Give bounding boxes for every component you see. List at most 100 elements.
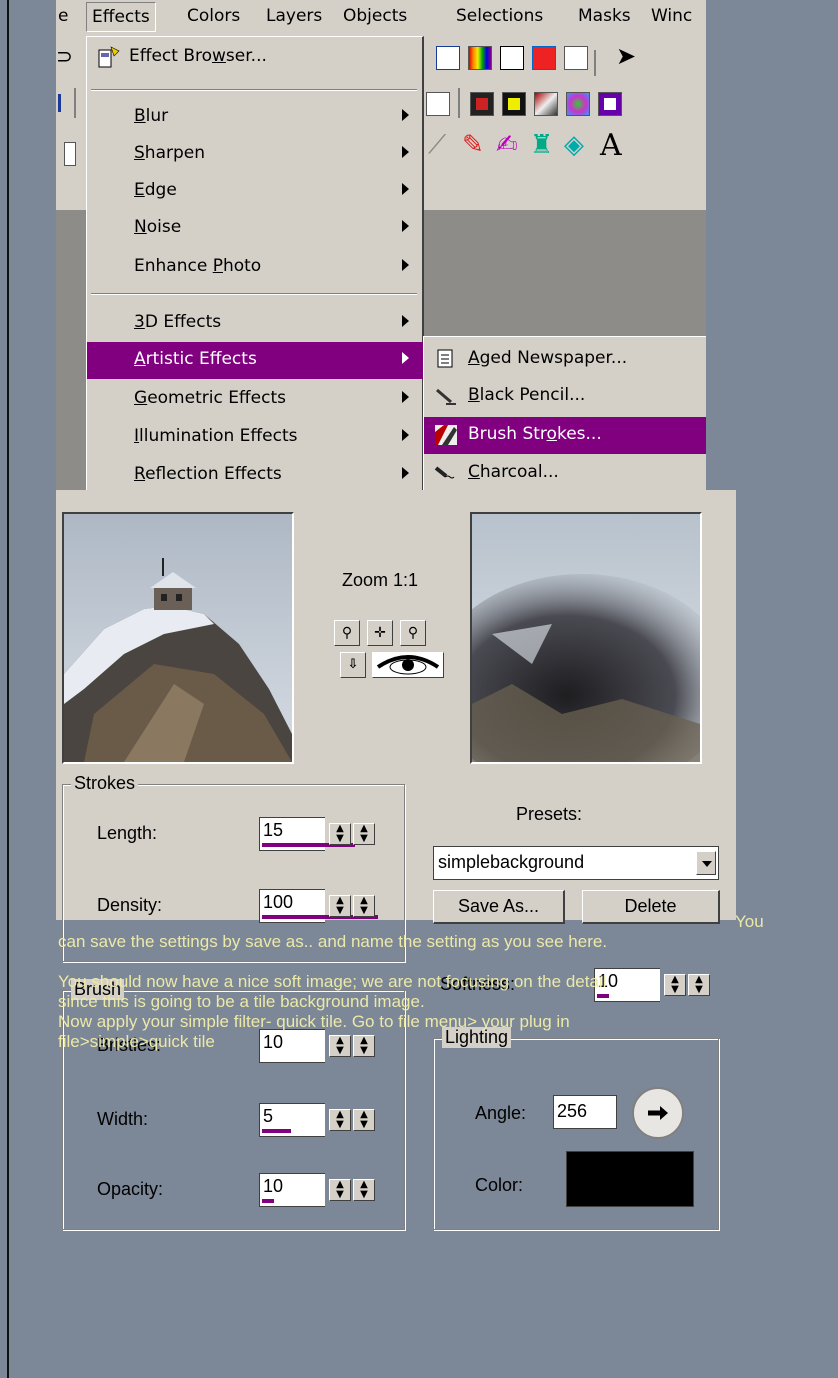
buttonize-icon[interactable] — [598, 92, 622, 116]
frame-icon[interactable] — [426, 92, 450, 116]
effect-browser-icon — [97, 45, 121, 69]
tool-option-field[interactable] — [64, 142, 76, 166]
length-spinner: 15 ▲ ▼ ▲ ▼ — [259, 817, 382, 851]
menu-separator — [91, 293, 417, 295]
window-icon[interactable] — [564, 46, 588, 70]
zoom-out-icon[interactable]: ⚲ — [334, 620, 360, 646]
delete-button[interactable]: Delete — [582, 890, 720, 924]
dropdown-arrow-icon[interactable] — [696, 851, 716, 875]
kaleidoscope-icon[interactable] — [566, 92, 590, 116]
strokes-group-title: Strokes — [71, 773, 139, 794]
inner-bevel-icon[interactable] — [502, 92, 526, 116]
menu-item-noise[interactable]: Noise — [87, 210, 423, 247]
submenu-arrow-icon — [402, 220, 409, 232]
tutorial-text-line-4: Now apply your simple filter- quick tile… — [58, 1012, 570, 1031]
flood-fill-icon[interactable]: ◈ — [564, 130, 584, 160]
submenu-arrow-icon — [402, 429, 409, 441]
brush-tool-icon[interactable]: ⟋ — [428, 130, 446, 161]
layers-palette-icon[interactable] — [532, 46, 556, 70]
picture-tube-icon[interactable]: ♜ — [530, 130, 553, 160]
menu-item-brush-strokes[interactable]: Brush Strokes... — [424, 417, 706, 454]
menu-image[interactable]: e — [58, 6, 68, 26]
spin-dropdown-icon[interactable]: ▲ ▼ — [353, 1179, 375, 1201]
spin-updown-icon[interactable]: ▲ ▼ — [664, 974, 686, 996]
drop-shadow-icon[interactable] — [470, 92, 494, 116]
menu-item-artistic-effects[interactable]: Artistic Effects — [87, 342, 423, 379]
spin-dropdown-icon[interactable]: ▲ ▼ — [353, 895, 375, 917]
text-tool-icon[interactable]: A — [600, 128, 622, 163]
length-input[interactable]: 15 — [259, 817, 355, 851]
angle-dial-icon[interactable] — [632, 1087, 684, 1139]
menu-window[interactable]: Winc — [651, 6, 692, 26]
angle-label: Angle: — [475, 1103, 527, 1123]
density-spinner: 100 ▲ ▼ ▲ ▼ — [259, 889, 382, 923]
tutorial-text-line-2: You should now have a nice soft image; w… — [58, 972, 607, 991]
width-slider-bar[interactable] — [262, 1129, 291, 1133]
eraser-tool-icon[interactable]: ✎ — [462, 130, 484, 160]
save-as-button[interactable]: Save As... — [433, 890, 565, 924]
spin-dropdown-icon[interactable]: ▲ ▼ — [688, 974, 710, 996]
opacity-input[interactable]: 10 — [259, 1173, 325, 1207]
menu-item-black-pencil[interactable]: Black Pencil... — [424, 378, 706, 415]
result-preview — [470, 512, 702, 764]
arrow-pointer-icon[interactable]: ➤ — [616, 42, 636, 70]
menu-item-charcoal[interactable]: Charcoal... — [424, 455, 706, 490]
menu-item-reflection-effects[interactable]: Reflection Effects — [87, 457, 423, 490]
newspaper-icon — [434, 348, 458, 370]
retouch-tool-icon[interactable]: ✍ — [496, 130, 518, 160]
auto-proof-eye-icon[interactable] — [372, 652, 444, 678]
spin-dropdown-icon[interactable]: ▲ ▼ — [353, 1035, 375, 1057]
menu-item-3d-effects[interactable]: 3D Effects — [87, 305, 423, 342]
submenu-arrow-icon — [402, 146, 409, 158]
toolbar-separator — [458, 88, 460, 118]
submenu-arrow-icon — [402, 259, 409, 271]
bristles-input[interactable]: 10 — [259, 1029, 325, 1063]
menu-item-blur[interactable]: Blur — [87, 99, 423, 136]
spin-dropdown-icon[interactable]: ▲ ▼ — [353, 1109, 375, 1131]
menu-item-effect-browser[interactable]: Effect Browser... — [87, 39, 423, 76]
menu-item-geometric-effects[interactable]: Geometric Effects — [87, 381, 423, 418]
menu-item-illumination-effects[interactable]: Illumination Effects — [87, 419, 423, 456]
lasso-icon[interactable]: ⊃ — [56, 44, 73, 68]
brush-strokes-toolbar-icon[interactable] — [534, 92, 558, 116]
page-left-border — [7, 0, 9, 1378]
zoom-in-icon[interactable]: ⚲ — [400, 620, 426, 646]
menu-layers[interactable]: Layers — [266, 6, 322, 26]
light-color-swatch[interactable] — [566, 1151, 694, 1207]
zoom-label: Zoom 1:1 — [342, 570, 419, 590]
spin-updown-icon[interactable]: ▲ ▼ — [329, 823, 351, 845]
menu-colors[interactable]: Colors — [187, 6, 240, 26]
softness-slider-bar[interactable] — [597, 994, 609, 998]
width-input[interactable]: 5 — [259, 1103, 325, 1137]
menu-item-edge[interactable]: Edge — [87, 173, 423, 210]
menu-masks[interactable]: Masks — [578, 6, 631, 26]
submenu-arrow-icon — [402, 467, 409, 479]
tutorial-text-you: You — [735, 912, 764, 931]
spin-updown-icon[interactable]: ▲ ▼ — [329, 1035, 351, 1057]
histogram-colors-icon[interactable] — [468, 46, 492, 70]
navigate-icon[interactable]: ⇩ — [340, 652, 366, 678]
menu-item-aged-newspaper[interactable]: Aged Newspaper... — [424, 341, 706, 378]
menu-objects[interactable]: Objects — [343, 6, 407, 26]
presets-dropdown[interactable]: simplebackground — [433, 846, 719, 880]
pencil-icon — [434, 385, 458, 407]
width-spinner: 5 ▲ ▼ ▲ ▼ — [259, 1103, 382, 1137]
menu-selections[interactable]: Selections — [456, 6, 543, 26]
pan-icon[interactable]: ✛ — [367, 620, 393, 646]
spin-updown-icon[interactable]: ▲ ▼ — [329, 1109, 351, 1131]
menu-effects[interactable]: Effects — [86, 2, 156, 32]
toolbar-button-icon[interactable] — [436, 46, 460, 70]
tutorial-text-line-1: can save the settings by save as.. and n… — [58, 932, 608, 951]
width-label: Width: — [97, 1109, 149, 1129]
menu-item-sharpen[interactable]: Sharpen — [87, 136, 423, 173]
density-input[interactable]: 100 — [259, 889, 378, 923]
opacity-slider-bar[interactable] — [262, 1199, 274, 1203]
spin-updown-icon[interactable]: ▲ ▼ — [329, 1179, 351, 1201]
tutorial-text-line-5: file>simple>quick tile — [58, 1032, 215, 1051]
spin-updown-icon[interactable]: ▲ ▼ — [329, 895, 351, 917]
histogram-icon[interactable] — [500, 46, 524, 70]
spin-dropdown-icon[interactable]: ▲ ▼ — [353, 823, 375, 845]
opacity-label: Opacity: — [97, 1179, 164, 1199]
menu-item-enhance-photo[interactable]: Enhance Photo — [87, 249, 423, 286]
angle-input[interactable]: 256 — [553, 1095, 617, 1129]
